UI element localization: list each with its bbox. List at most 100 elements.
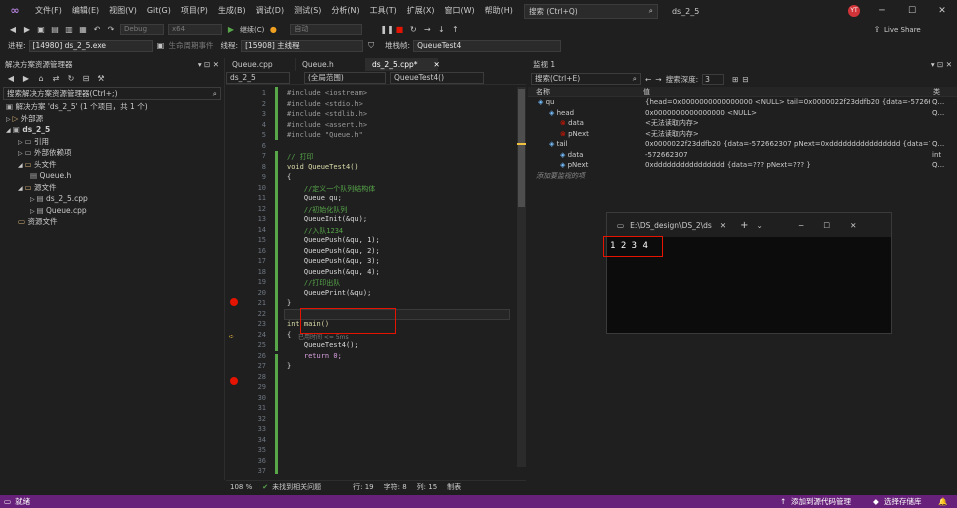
watch-value[interactable]: <无法读取内存> <box>645 118 930 129</box>
code-line[interactable]: //入队1234 <box>287 226 343 236</box>
frame-select[interactable]: 自动 <box>290 24 363 35</box>
panel-options-icon[interactable]: ▾ ⊡ ✕ <box>198 60 219 69</box>
code-line[interactable]: #include <stdio.h> <box>287 100 363 108</box>
code-line[interactable]: } <box>287 299 291 307</box>
process-select[interactable]: [14980] ds_2_5.exe <box>28 39 153 52</box>
issues-status[interactable]: 未找到相关问题 <box>272 482 321 492</box>
code-line[interactable]: return 0; <box>287 352 342 360</box>
select-repository[interactable]: 选择存储库 <box>884 496 922 507</box>
new-tab-icon[interactable]: + <box>740 220 748 231</box>
menu-item[interactable]: 分析(N) <box>326 0 364 22</box>
watch-value[interactable]: <无法读取内存> <box>645 129 930 140</box>
tree-item[interactable]: ▷ ▤ ds_2_5.cpp <box>0 193 224 205</box>
tree-item[interactable]: ◢ ▭ 头文件 <box>0 159 224 171</box>
tree-item[interactable]: ▷ ▷ 外部源 <box>0 113 224 125</box>
live-share-button[interactable]: Live Share <box>884 26 921 34</box>
code-line[interactable]: #include <iostream> <box>287 89 367 97</box>
zoom-level[interactable]: 108 % <box>230 483 252 491</box>
expand-icon[interactable]: ⊟ <box>742 75 748 84</box>
repo-icon[interactable]: ◆ <box>873 497 879 506</box>
watch-search-input[interactable]: 搜索(Ctrl+E) ⌕ <box>531 73 641 85</box>
code-line[interactable]: int main() <box>287 320 329 328</box>
menu-item[interactable]: 扩展(X) <box>402 0 440 22</box>
restart-icon[interactable]: ↻ <box>408 25 418 35</box>
add-source-control[interactable]: 添加到源代码管理 <box>791 496 851 507</box>
stop-icon[interactable]: ■ <box>394 25 404 35</box>
watch-value[interactable]: 0x0000022f23ddfb20 {data=-572662307 pNex… <box>645 139 930 150</box>
forward-icon[interactable]: ▶ <box>21 74 31 84</box>
lifecycle-icon[interactable]: ▣ <box>156 41 166 51</box>
tree-item[interactable]: ▤ Queue.h <box>0 170 224 182</box>
code-line[interactable]: { <box>287 331 291 339</box>
close-icon[interactable]: ✕ <box>927 0 957 22</box>
code-line[interactable]: QueuePush(&qu, 1); <box>287 236 380 244</box>
redo-icon[interactable]: ↷ <box>106 25 116 35</box>
code-line[interactable]: void QueueTest4() <box>287 163 359 171</box>
minimize-icon[interactable]: ─ <box>867 0 897 22</box>
menu-item[interactable]: 文件(F) <box>30 0 67 22</box>
nav-project-select[interactable]: ds_2_5 <box>226 71 290 84</box>
depth-select[interactable]: 3 <box>702 73 725 85</box>
save-all-icon[interactable]: ▦ <box>78 25 88 35</box>
hot-reload-icon[interactable]: ● <box>268 25 278 35</box>
tree-item[interactable]: ◢ ▭ 源文件 <box>0 182 224 194</box>
panel-options-icon[interactable]: ▾ ⊡ ✕ <box>931 60 952 69</box>
menu-item[interactable]: 调试(D) <box>251 0 289 22</box>
code-line[interactable]: QueuePush(&qu, 4); <box>287 268 380 276</box>
col-value[interactable]: 值 <box>640 87 930 96</box>
source-control-icon[interactable]: ↑ <box>780 497 786 506</box>
filter-icon[interactable]: ⛉ <box>366 41 376 51</box>
code-area[interactable]: ➪ 已用时间 <= 5ms 1 #include <iostream> 2 #incl… <box>226 87 526 475</box>
watch-row[interactable]: ◈ data -572662307 int <box>528 150 957 161</box>
sync-icon[interactable]: ⇄ <box>51 74 61 84</box>
code-line[interactable]: Queue qu; <box>287 194 342 202</box>
editor-tab[interactable]: Queue.h <box>296 58 366 71</box>
continue-button[interactable]: 继续(C) <box>240 25 264 35</box>
watch-value[interactable]: 0xdddddddddddddddd {data=??? pNext=??? } <box>645 160 930 171</box>
pin-icon[interactable]: ⊞ <box>732 75 738 84</box>
code-line[interactable]: } <box>287 362 291 370</box>
tree-item[interactable]: ▣ 解决方案 'ds_2_5' (1 个项目，共 1 个) <box>0 101 224 113</box>
code-line[interactable]: #include <stdlib.h> <box>287 110 367 118</box>
save-icon[interactable]: ▥ <box>64 25 74 35</box>
close-tab-icon[interactable]: ✕ <box>720 221 726 230</box>
editor-tab[interactable]: ds_2_5.cpp* ✕ <box>366 58 440 71</box>
col-type[interactable]: 类 <box>930 87 940 96</box>
back-icon[interactable]: ◀ <box>6 74 16 84</box>
code-line[interactable]: QueueTest4(); <box>287 341 359 349</box>
lifecycle-events[interactable]: 生命周期事件 <box>169 40 214 51</box>
tree-item[interactable]: ▭ 资源文件 <box>0 216 224 228</box>
code-line[interactable]: QueuePush(&qu, 2); <box>287 247 380 255</box>
close-icon[interactable]: ✕ <box>850 221 856 230</box>
editor-scrollbar[interactable] <box>517 87 526 467</box>
collapse-icon[interactable]: ⊟ <box>81 74 91 84</box>
watch-value[interactable]: 0x0000000000000000 <NULL> <box>645 108 930 119</box>
tree-item[interactable]: ◢ ▣ ds_2_5 <box>0 124 224 136</box>
code-line[interactable]: QueueInit(&qu); <box>287 215 367 223</box>
step-out-icon[interactable]: ↑ <box>450 25 460 35</box>
new-file-icon[interactable]: ▣ <box>36 25 46 35</box>
back-icon[interactable]: ◀ <box>8 25 18 35</box>
avatar[interactable]: YT <box>848 5 860 17</box>
solution-search-input[interactable]: 搜索解决方案资源管理器(Ctrl+;) ⌕ <box>3 87 221 100</box>
config-select[interactable]: Debug <box>120 24 164 35</box>
live-share-icon[interactable]: ⇪ <box>872 25 882 35</box>
platform-select[interactable]: x64 <box>168 24 222 35</box>
undo-icon[interactable]: ↶ <box>92 25 102 35</box>
forward-icon[interactable]: ▶ <box>22 25 32 35</box>
step-into-icon[interactable]: ↓ <box>436 25 446 35</box>
home-icon[interactable]: ⌂ <box>36 74 46 84</box>
search-prev-icon[interactable]: ← <box>645 75 651 84</box>
code-line[interactable]: //初始化队列 <box>287 205 347 215</box>
watch-row[interactable]: ◈ pNext 0xdddddddddddddddd {data=??? pNex… <box>528 160 957 171</box>
maximize-icon[interactable]: ☐ <box>897 0 927 22</box>
menu-item[interactable]: 帮助(H) <box>480 0 518 22</box>
code-line[interactable]: // 打印 <box>287 152 314 162</box>
col-name[interactable]: 名称 <box>528 87 640 96</box>
breakpoint-icon[interactable] <box>230 377 238 385</box>
open-folder-icon[interactable]: ▤ <box>50 25 60 35</box>
menu-item[interactable]: 项目(P) <box>176 0 213 22</box>
menu-item[interactable]: 窗口(W) <box>440 0 480 22</box>
code-line[interactable]: #include <assert.h> <box>287 121 367 129</box>
stack-frame-select[interactable]: QueueTest4 <box>413 39 562 52</box>
